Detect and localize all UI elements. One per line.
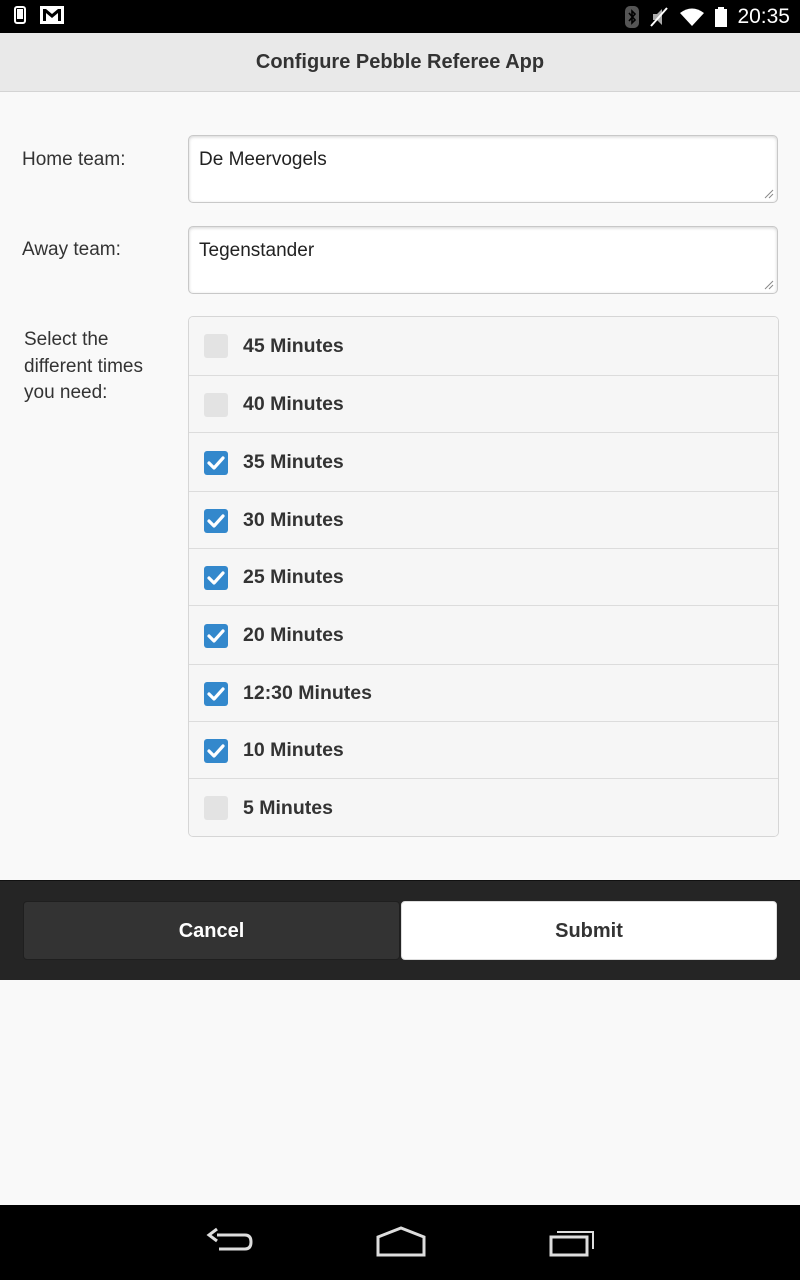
phone-icon xyxy=(14,6,26,24)
mute-icon xyxy=(649,6,669,28)
time-option-label: 45 Minutes xyxy=(243,335,344,357)
recents-icon[interactable] xyxy=(547,1225,597,1264)
checkmark-icon xyxy=(207,514,225,528)
time-option[interactable]: 10 Minutes xyxy=(189,721,778,778)
time-option-label: 10 Minutes xyxy=(243,739,344,761)
wifi-icon xyxy=(679,7,705,27)
gmail-icon xyxy=(40,6,64,24)
checkmark-icon xyxy=(207,744,225,758)
home-team-label: Home team: xyxy=(22,149,126,170)
battery-icon xyxy=(715,7,728,27)
resize-grip-icon[interactable] xyxy=(764,189,774,199)
checkbox-checked[interactable] xyxy=(204,509,228,533)
bluetooth-icon xyxy=(625,6,640,28)
time-option-label: 30 Minutes xyxy=(243,509,344,531)
away-team-input[interactable]: Tegenstander xyxy=(188,226,778,294)
checkmark-icon xyxy=(207,571,225,585)
checkmark-icon xyxy=(207,629,225,643)
checkbox-checked[interactable] xyxy=(204,566,228,590)
checkmark-icon xyxy=(207,687,225,701)
time-option[interactable]: 20 Minutes xyxy=(189,605,778,664)
status-bar: 20:35 xyxy=(0,0,800,33)
home-team-input[interactable]: De Meervogels xyxy=(188,135,778,203)
resize-grip-icon[interactable] xyxy=(764,280,774,290)
checkbox-unchecked[interactable] xyxy=(204,796,228,820)
home-team-value: De Meervogels xyxy=(199,149,327,170)
time-option-label: 35 Minutes xyxy=(243,451,344,473)
time-option[interactable]: 40 Minutes xyxy=(189,375,778,432)
home-icon[interactable] xyxy=(374,1225,428,1264)
cancel-button[interactable]: Cancel xyxy=(23,901,400,960)
checkbox-checked[interactable] xyxy=(204,739,228,763)
times-label: Select the different times you need: xyxy=(24,329,143,403)
page-header: Configure Pebble Referee App xyxy=(0,33,800,92)
checkbox-unchecked[interactable] xyxy=(204,393,228,417)
checkbox-checked[interactable] xyxy=(204,624,228,648)
time-option[interactable]: 12:30 Minutes xyxy=(189,664,778,721)
time-option[interactable]: 5 Minutes xyxy=(189,778,778,836)
time-option[interactable]: 35 Minutes xyxy=(189,432,778,491)
checkbox-unchecked[interactable] xyxy=(204,334,228,358)
submit-button[interactable]: Submit xyxy=(401,901,777,960)
checkbox-checked[interactable] xyxy=(204,451,228,475)
checkbox-checked[interactable] xyxy=(204,682,228,706)
time-option[interactable]: 45 Minutes xyxy=(189,317,778,375)
time-option-label: 5 Minutes xyxy=(243,797,333,819)
time-option-label: 12:30 Minutes xyxy=(243,682,372,704)
footer-bar: Cancel Submit xyxy=(0,880,800,980)
away-team-label: Away team: xyxy=(22,239,121,260)
time-option-label: 25 Minutes xyxy=(243,566,344,588)
time-option-label: 40 Minutes xyxy=(243,393,344,415)
back-icon[interactable] xyxy=(205,1225,255,1264)
checkmark-icon xyxy=(207,456,225,470)
time-options-list: 45 Minutes 40 Minutes 35 Minutes 30 Minutes… xyxy=(188,316,779,837)
status-time: 20:35 xyxy=(737,5,790,28)
away-team-value: Tegenstander xyxy=(199,240,315,261)
time-option-label: 20 Minutes xyxy=(243,624,344,646)
time-option[interactable]: 25 Minutes xyxy=(189,548,778,605)
page-title: Configure Pebble Referee App xyxy=(255,51,545,73)
navigation-bar xyxy=(0,1205,800,1280)
time-option[interactable]: 30 Minutes xyxy=(189,491,778,548)
